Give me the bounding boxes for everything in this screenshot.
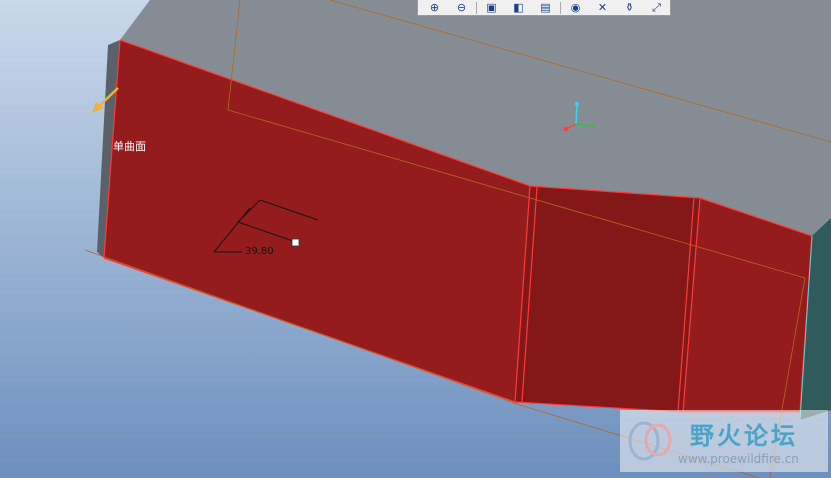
spin-center-icon[interactable]: ⚱	[617, 1, 642, 15]
toolbar-separator	[476, 1, 477, 14]
datum-display-icon[interactable]: ✕	[590, 1, 615, 15]
refit-icon[interactable]: ▣	[479, 1, 504, 15]
zoom-in-icon[interactable]: ⊕	[422, 1, 447, 15]
dimension-drag-handle[interactable]	[291, 238, 300, 247]
zoom-out-icon[interactable]: ⊖	[449, 1, 474, 15]
saved-views-icon[interactable]: ▤	[533, 1, 558, 15]
annotation-icon[interactable]: ⤢	[644, 1, 669, 15]
front-face-middle[interactable]	[515, 186, 700, 412]
forum-watermark: 野火论坛 www.proewildfire.cn	[620, 410, 828, 472]
watermark-title: 野火论坛	[690, 422, 798, 450]
surface-type-label: 单曲面	[113, 140, 146, 153]
view-toolbar: ⊕ ⊖ ▣ ◧ ▤ ◉ ✕ ⚱ ⤢	[417, 0, 671, 16]
display-style-icon[interactable]: ◧	[506, 1, 531, 15]
dimension-value[interactable]: 39.80	[245, 246, 274, 257]
toolbar-separator	[560, 1, 561, 14]
view-manager-icon[interactable]: ◉	[563, 1, 588, 15]
watermark-logo-icon	[628, 421, 672, 461]
watermark-url: www.proewildfire.cn	[678, 452, 799, 466]
front-face-right[interactable]	[683, 198, 812, 412]
model-viewport[interactable]	[0, 0, 831, 478]
